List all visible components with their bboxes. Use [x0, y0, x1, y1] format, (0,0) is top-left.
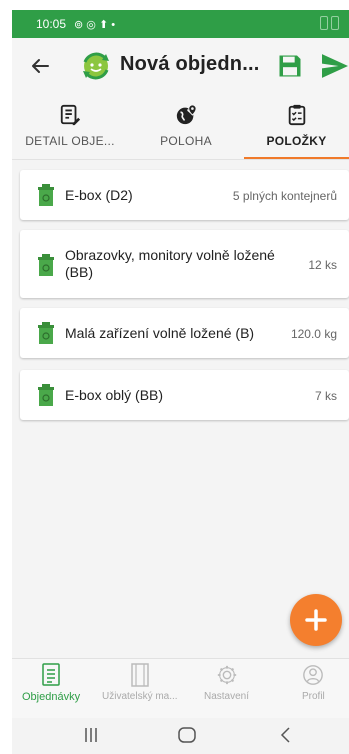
plus-icon [305, 609, 327, 631]
status-time: 10:05 [36, 17, 67, 31]
nav-settings[interactable]: Nastavení [204, 663, 249, 702]
recent-apps-icon[interactable] [84, 727, 98, 743]
active-tab-indicator [244, 157, 349, 159]
app-screen: 10:05 ⊚ ◎ ⬆ • Nová objedn... DETAIL OBJE… [0, 0, 349, 754]
add-item-button[interactable] [290, 594, 342, 646]
status-bar: 10:05 ⊚ ◎ ⬆ • [12, 10, 349, 38]
nav-orders[interactable]: Objednávky [22, 663, 80, 703]
recycle-bin-icon [38, 184, 54, 206]
order-list-icon [42, 663, 60, 686]
nav-label: Nastavení [204, 691, 250, 702]
item-name: E-box (D2) [65, 187, 133, 203]
nav-label: Objednávky [22, 691, 81, 703]
tab-label: POLOŽKY [266, 134, 327, 148]
items-list: E-box (D2) 5 plných kontejnerů Obrazovky… [12, 160, 349, 658]
app-logo-icon [83, 52, 109, 80]
item-quantity: 7 ks [314, 389, 337, 403]
tab-location[interactable]: POLOHA [128, 94, 244, 160]
nav-profile[interactable]: Profil [302, 663, 325, 702]
item-name: Malá zařízení volně ložené (B) [65, 325, 255, 341]
page-title: Nová objedn... [120, 53, 260, 75]
back-nav-icon[interactable] [279, 727, 291, 743]
nav-label: Uživatelský ma... [102, 691, 178, 702]
globe-pin-icon [176, 104, 197, 125]
item-quantity: 5 plných kontejnerů [232, 189, 337, 203]
save-icon[interactable] [276, 52, 304, 80]
clipboard-check-icon [288, 104, 305, 126]
tab-items[interactable]: POLOŽKY [244, 94, 349, 160]
gear-icon [217, 665, 236, 685]
item-name: Obrazovky, monitory volně ložené (BB) [65, 247, 275, 280]
book-icon [131, 663, 149, 687]
profile-icon [303, 665, 324, 685]
nav-user-manual[interactable]: Uživatelský ma... [102, 663, 178, 702]
status-notification-icons: ⊚ ◎ ⬆ • [74, 18, 116, 31]
send-icon[interactable] [320, 53, 349, 79]
tab-label: DETAIL OBJE... [25, 134, 115, 148]
nav-label: Profil [302, 691, 325, 702]
recycle-bin-icon [38, 254, 54, 276]
list-item[interactable]: Obrazovky, monitory volně ložené (BB) 12… [20, 230, 349, 298]
item-quantity: 120.0 kg [290, 327, 337, 341]
back-arrow-icon[interactable] [28, 54, 52, 78]
document-edit-icon [60, 104, 81, 126]
bottom-navigation: Objednávky Uživatelský ma... Nastavení P… [12, 658, 349, 718]
signal-battery-icon [320, 16, 339, 30]
item-name: E-box oblý (BB) [65, 387, 164, 403]
list-item[interactable]: E-box oblý (BB) 7 ks [20, 370, 349, 420]
recycle-bin-icon [38, 384, 54, 406]
tab-label: POLOHA [160, 134, 212, 148]
home-icon[interactable] [178, 727, 196, 743]
toolbar: Nová objedn... [12, 38, 349, 94]
tab-bar: DETAIL OBJE... POLOHA POLOŽKY [12, 94, 349, 160]
tab-detail[interactable]: DETAIL OBJE... [12, 94, 128, 160]
recycle-bin-icon [38, 322, 54, 344]
item-quantity: 12 ks [308, 258, 337, 272]
list-item[interactable]: Malá zařízení volně ložené (B) 120.0 kg [20, 308, 349, 358]
system-navigation-bar [12, 718, 349, 754]
list-item[interactable]: E-box (D2) 5 plných kontejnerů [20, 170, 349, 220]
